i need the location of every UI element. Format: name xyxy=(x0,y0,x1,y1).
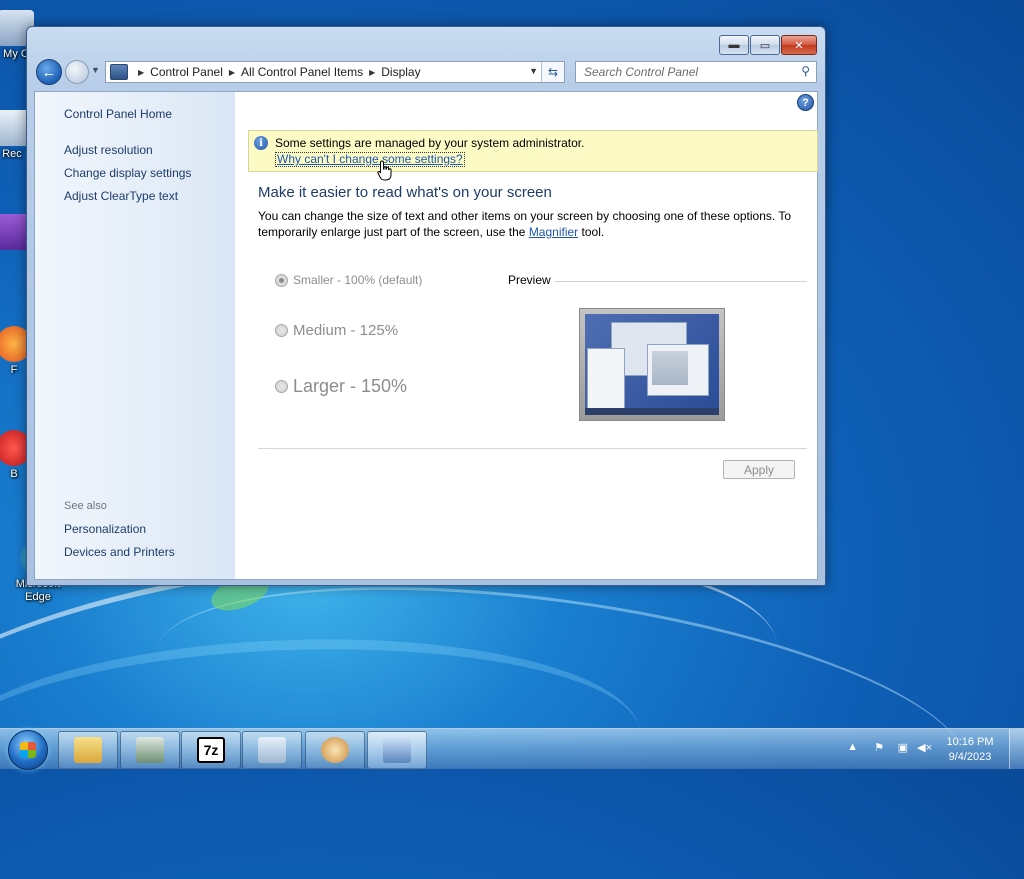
info-bar: i Some settings are managed by your syst… xyxy=(248,130,818,172)
address-bar[interactable]: ▶ Control Panel ▶ All Control Panel Item… xyxy=(105,61,565,83)
preview-divider xyxy=(555,281,807,282)
start-button[interactable] xyxy=(8,730,48,770)
hand-cursor-icon xyxy=(377,160,392,181)
show-desktop-button[interactable] xyxy=(1009,729,1024,769)
taskbar-paint[interactable] xyxy=(305,731,365,769)
clock-time: 10:16 PM xyxy=(946,736,994,748)
magnifier-link[interactable]: Magnifier xyxy=(529,225,578,239)
taskbar: 7z ▲ ⚑ ▣ ◀× 10:16 PM 9/4/2023 xyxy=(0,728,1024,770)
clock-date: 9/4/2023 xyxy=(948,751,992,763)
notepad-icon xyxy=(258,737,286,763)
radio-smaller[interactable] xyxy=(275,273,288,287)
breadcrumb-display[interactable]: Display xyxy=(381,65,420,79)
search-box: ⚲ xyxy=(575,61,817,83)
back-arrow-icon: ← xyxy=(41,63,57,81)
search-input[interactable] xyxy=(582,62,796,82)
breadcrumb-all-items[interactable]: All Control Panel Items xyxy=(241,65,363,79)
option-larger-label: Larger - 150% xyxy=(293,376,408,396)
explorer-icon xyxy=(74,737,102,763)
taskbar-control-panel[interactable] xyxy=(367,731,427,769)
navigation-bar: ← ▼ ▶ Control Panel ▶ All Control Panel … xyxy=(35,59,817,85)
description-text-end: tool. xyxy=(578,225,605,239)
apply-button[interactable]: Apply xyxy=(723,460,795,479)
breadcrumb-arrow-icon[interactable]: ▶ xyxy=(229,68,235,77)
display-window: ▬ ▭ ✕ ← ▼ ▶ Control Panel ▶ All Control … xyxy=(26,26,826,586)
sidebar-link-devices-printers[interactable]: Devices and Printers xyxy=(64,545,175,559)
forward-button[interactable] xyxy=(65,60,89,84)
action-center-flag-icon[interactable]: ⚑ xyxy=(874,741,884,754)
info-message: Some settings are managed by your system… xyxy=(275,136,585,150)
volume-muted-icon[interactable]: ◀× xyxy=(917,741,932,754)
task-manager-icon xyxy=(136,737,164,763)
preview-window xyxy=(647,344,709,396)
minimize-icon: ▬ xyxy=(728,39,740,51)
sidebar-link-control-panel-home[interactable]: Control Panel Home xyxy=(64,107,172,121)
maximize-icon: ▭ xyxy=(759,39,771,52)
minimize-button[interactable]: ▬ xyxy=(719,35,749,55)
maximize-button[interactable]: ▭ xyxy=(750,35,780,55)
preview-window xyxy=(587,348,625,410)
description-text: You can change the size of text and othe… xyxy=(258,209,792,239)
why-cant-change-link[interactable]: Why can't I change some settings? xyxy=(275,152,465,167)
option-smaller[interactable]: Smaller - 100% (default) xyxy=(275,273,422,287)
search-icon[interactable]: ⚲ xyxy=(801,64,810,78)
paint-icon xyxy=(321,737,349,763)
page-title: Make it easier to read what's on your sc… xyxy=(258,184,552,201)
option-smaller-label: Smaller - 100% (default) xyxy=(293,273,423,287)
main-panel: ? i Some settings are managed by your sy… xyxy=(235,92,818,579)
info-icon: i xyxy=(254,136,268,150)
content-area: Control Panel Home Adjust resolution Cha… xyxy=(34,91,818,580)
clock[interactable]: 10:16 PM 9/4/2023 xyxy=(940,735,1000,765)
taskbar-7zip[interactable]: 7z xyxy=(181,731,241,769)
close-icon: ✕ xyxy=(794,39,804,52)
chevron-down-icon: ▼ xyxy=(91,65,100,75)
sidebar: Control Panel Home Adjust resolution Cha… xyxy=(35,92,235,579)
preview-image xyxy=(579,308,725,421)
option-medium-label: Medium - 125% xyxy=(293,322,399,339)
help-icon[interactable]: ? xyxy=(797,94,814,111)
network-icon[interactable]: ▣ xyxy=(898,741,908,754)
7zip-icon: 7z xyxy=(197,737,225,763)
back-button[interactable]: ← xyxy=(36,59,62,85)
divider xyxy=(258,448,807,449)
breadcrumb-control-panel[interactable]: Control Panel xyxy=(150,65,223,79)
close-button[interactable]: ✕ xyxy=(781,35,817,55)
breadcrumb-arrow-icon[interactable]: ▶ xyxy=(369,68,375,77)
control-panel-icon xyxy=(383,737,411,763)
breadcrumb-arrow-icon[interactable]: ▶ xyxy=(138,68,144,77)
control-panel-icon xyxy=(110,64,128,80)
taskbar-explorer[interactable] xyxy=(58,731,118,769)
address-dropdown-icon[interactable]: ▼ xyxy=(529,66,538,76)
sidebar-link-change-display-settings[interactable]: Change display settings xyxy=(64,166,191,180)
taskbar-notepad[interactable] xyxy=(242,731,302,769)
sidebar-link-adjust-cleartype[interactable]: Adjust ClearType text xyxy=(64,189,178,203)
sidebar-link-adjust-resolution[interactable]: Adjust resolution xyxy=(64,143,153,157)
show-hidden-icons-button[interactable]: ▲ xyxy=(847,741,858,753)
refresh-icon: ⇆ xyxy=(547,65,559,79)
caption-buttons: ▬ ▭ ✕ xyxy=(718,35,817,55)
option-medium[interactable]: Medium - 125% xyxy=(275,322,398,339)
radio-larger[interactable] xyxy=(275,380,288,393)
radio-medium[interactable] xyxy=(275,324,288,337)
preview-screen xyxy=(585,314,719,415)
preview-label: Preview xyxy=(508,273,551,287)
option-larger[interactable]: Larger - 150% xyxy=(275,376,407,397)
taskbar-task-manager[interactable] xyxy=(120,731,180,769)
refresh-button[interactable]: ⇆ xyxy=(541,62,564,82)
preview-taskbar xyxy=(585,408,719,415)
sidebar-link-personalization[interactable]: Personalization xyxy=(64,522,146,536)
see-also-label: See also xyxy=(64,500,107,512)
page-description: You can change the size of text and othe… xyxy=(258,208,803,240)
recent-pages-button[interactable]: ▼ xyxy=(91,65,100,75)
